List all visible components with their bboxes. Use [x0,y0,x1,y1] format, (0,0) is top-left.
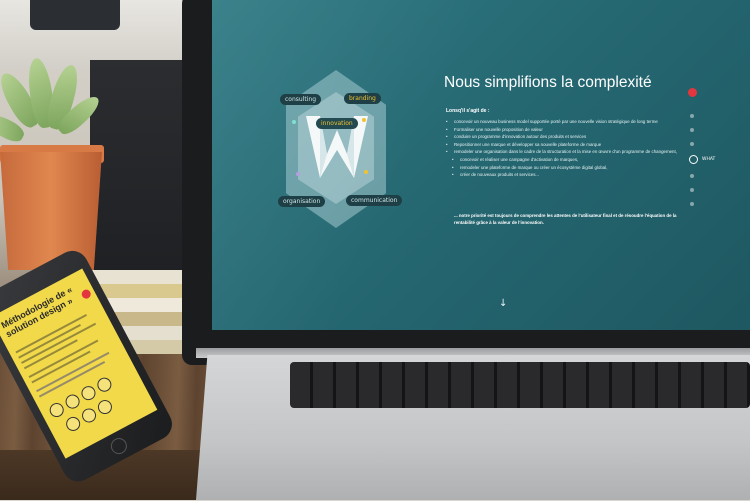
step-icon [94,375,114,395]
list-item: remodeler une organisation dans le cadre… [446,148,678,156]
diagram-node [362,118,366,122]
laptop-keyboard [290,362,750,408]
list-item: conduire un programme d'innovation autou… [446,133,678,141]
nav-dot[interactable] [690,142,694,146]
list-item: concevoir et réaliser une campagne d'act… [446,156,678,164]
nav-dot[interactable] [690,188,694,192]
service-list: concevoir un nouveau business model supp… [446,118,678,179]
intro-text: Lonsq'il s'agit de : [446,108,490,114]
tag-branding[interactable]: branding [344,93,381,104]
nav-dot[interactable] [690,202,694,206]
step-icon [79,383,98,403]
step-icon [79,406,99,425]
nav-dot[interactable] [690,114,694,118]
list-item: Repositionner une marque et développer s… [446,141,678,149]
nav-current-label: WHAT [702,157,716,162]
list-item: remodeler une plateforme de marque ou cr… [446,164,678,172]
tag-communication[interactable]: communication [346,195,403,206]
nav-dot-current[interactable] [689,155,698,164]
tag-consulting[interactable]: consulting [280,94,321,105]
step-icon [63,414,83,434]
nav-dot[interactable] [690,128,694,132]
step-icon [63,392,83,412]
nav-dot-home[interactable] [688,88,697,97]
nav-dot[interactable] [690,174,694,178]
list-item: Formaliser une nouvelle proposition de v… [446,126,678,134]
list-item: créer de nouveaux produits et services..… [446,171,678,179]
diagram-node [292,120,296,124]
tag-organisation[interactable]: organisation [278,196,326,207]
arrow-down-icon[interactable]: ↓ [499,298,507,309]
diagram-node [296,172,300,176]
page-title: Nous simplifions la complexité [444,74,652,91]
conclusion-text: ... notre priorité est toujours de compr… [454,213,677,225]
step-icon [47,400,67,420]
shelf-object [30,0,120,30]
tag-innovation[interactable]: innovation [316,118,358,129]
step-icon [95,397,115,417]
diagram-node [364,170,368,174]
section-nav: WHAT [688,88,738,218]
list-item: concevoir un nouveau business model supp… [446,118,678,126]
